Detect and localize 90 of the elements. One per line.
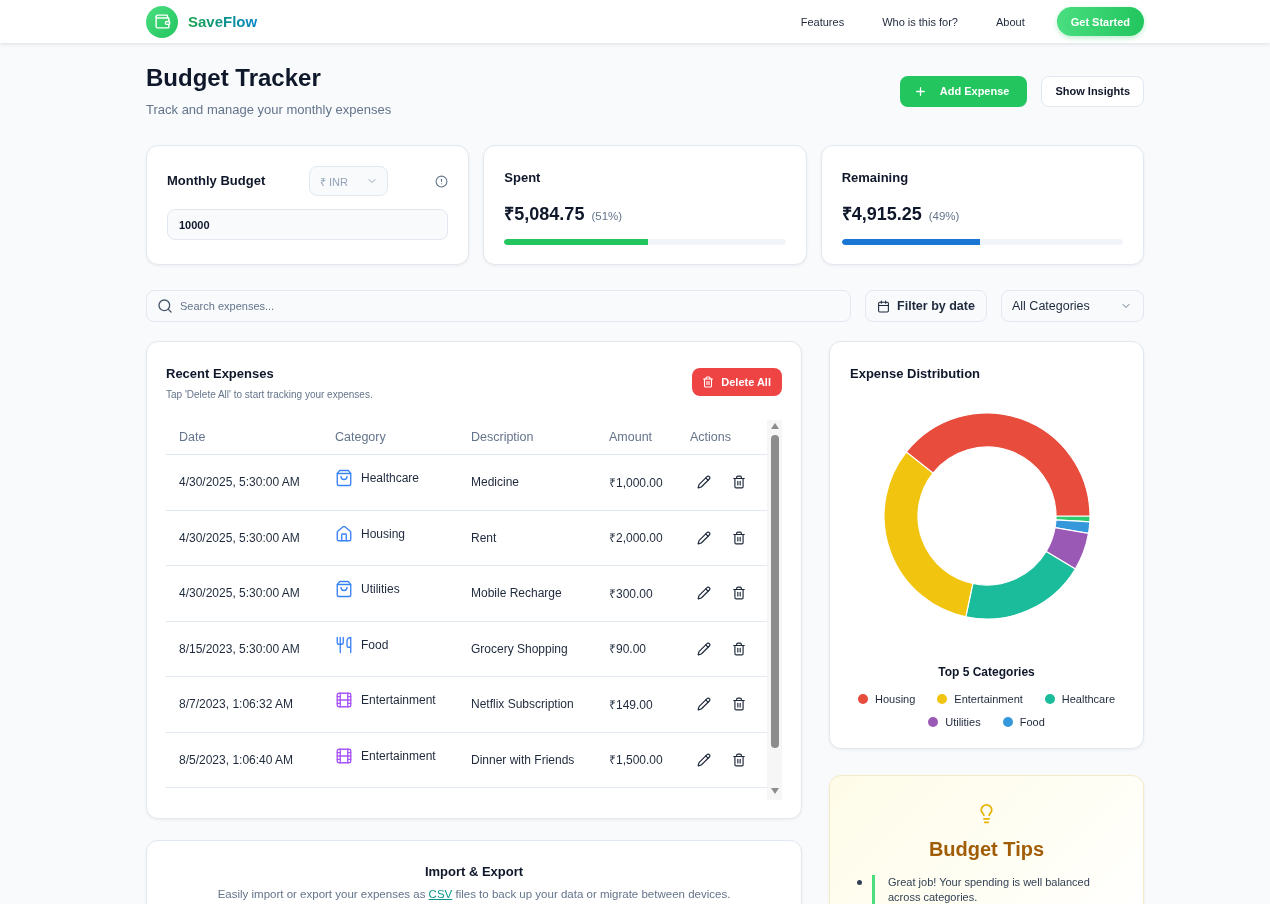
page-title: Budget Tracker [146,63,322,93]
table-cell-text: ₹149.00 [608,696,654,714]
nav-link[interactable]: Who is this for? [882,15,958,28]
search-icon [157,298,173,314]
table-cell-text: Medicine [470,474,521,492]
show-insights-button[interactable]: Show Insights [1041,75,1144,107]
stat-percent: (51%) [591,210,623,222]
stat-label: Spent [504,170,541,185]
tip-text: Great job! Your spending is well balanced across categories. [872,875,1116,904]
alert-circle-icon[interactable] [435,174,449,188]
import-export-description: Easily import or export your expenses as CSV files to back up your data or migrate between devices. [216,887,732,901]
category-label: Housing [361,525,406,543]
stat-amount: ₹4,915.25 [841,203,922,226]
shopping-bag-icon [335,469,353,487]
csv-link[interactable]: CSV [428,888,453,900]
legend-label: Healthcare [1061,692,1115,707]
pencil-icon [697,752,711,767]
card-title: Expense Distribution [850,365,982,383]
trash-icon [732,530,746,545]
trash-icon [732,697,746,712]
bullet-icon [857,880,862,885]
scroll-up-arrow-icon[interactable] [770,423,779,429]
scrollbar-track[interactable] [767,420,782,800]
film-icon [335,691,353,709]
table-cell-text: Dinner with Friends [470,751,576,769]
trash-icon [732,641,746,656]
scroll-down-arrow-icon[interactable] [770,788,779,794]
house-icon [335,524,353,543]
category-label: Entertainment [361,747,436,765]
trash-icon [732,586,746,601]
column-header: Category [334,430,387,444]
film-icon [335,746,353,765]
table-cell-text: Netflix Subscription [470,696,575,714]
legend-label: Housing [874,692,916,707]
stat-percent: (49%) [928,210,960,222]
filter-date-button[interactable]: Filter by date [865,290,987,322]
category-label: Healthcare [361,470,420,487]
legend-title: Top 5 Categories [937,664,1036,681]
trash-icon [702,376,715,388]
table-cell-text: Rent [470,529,498,547]
table-cell-text: 8/15/2023, 5:30:00 AM [178,640,301,658]
column-header: Amount [608,430,654,444]
nav-link[interactable]: About [995,15,1025,28]
category-label: Utilities [361,581,400,598]
table-cell-text: Mobile Recharge [470,585,563,603]
legend-label: Utilities [945,715,981,730]
trash-icon [732,752,746,767]
table-cell-text: Grocery Shopping [470,640,569,658]
pencil-icon [697,641,711,656]
category-label: Entertainment [361,692,436,709]
calendar-icon [877,299,891,313]
table-cell-text: 8/5/2023, 1:06:40 AM [178,751,295,769]
card-title: Recent Expenses [166,365,275,383]
table-cell-text: 4/30/2025, 5:30:00 AM [178,529,301,547]
pencil-icon [697,586,711,601]
table-cell-text: 8/7/2023, 1:06:32 AM [178,696,295,714]
search-field[interactable]: Search expenses... [146,290,851,322]
legend-label: Entertainment [954,692,1023,707]
delete-all-button[interactable]: Delete All [692,368,782,396]
card-title: Import & Export [423,863,525,881]
utensils-icon [335,635,353,654]
brand-name[interactable]: SaveFlow [188,13,258,30]
plus-icon [913,84,927,98]
stat-label: Remaining [841,170,909,185]
trash-icon [732,475,746,490]
table-cell-text: 4/30/2025, 5:30:00 AM [178,585,301,603]
category-label: Food [361,636,389,654]
budget-label: Monthly Budget [167,172,267,190]
column-header: Description [470,430,535,444]
column-header: Date [178,430,207,444]
pencil-icon [697,530,711,545]
table-cell-text: ₹300.00 [608,585,654,603]
table-cell-text: ₹90.00 [608,641,648,659]
column-header: Actions [689,430,732,444]
table-cell-text: ₹1,500.00 [608,752,664,770]
budget-input[interactable]: 10000 [167,209,449,240]
table-cell-text: 4/30/2025, 5:30:00 AM [178,474,301,492]
category-select[interactable]: All Categories [1001,290,1144,322]
table-cell-text: ₹1,000.00 [608,474,664,492]
scrollbar-thumb[interactable] [770,435,779,748]
tips-title: Budget Tips [928,837,1045,861]
legend-label: Food [1019,715,1045,730]
stat-amount: ₹5,084.75 [504,203,585,226]
pencil-icon [697,697,711,712]
nav-link[interactable]: Features [800,15,845,28]
pencil-icon [697,475,711,490]
table-cell-text: ₹2,000.00 [608,530,664,548]
card-hint: Tap 'Delete All' to start tracking your expenses. [166,388,373,402]
shopping-bag-icon [335,580,353,598]
page-subtitle: Track and manage your monthly expenses [146,101,392,119]
